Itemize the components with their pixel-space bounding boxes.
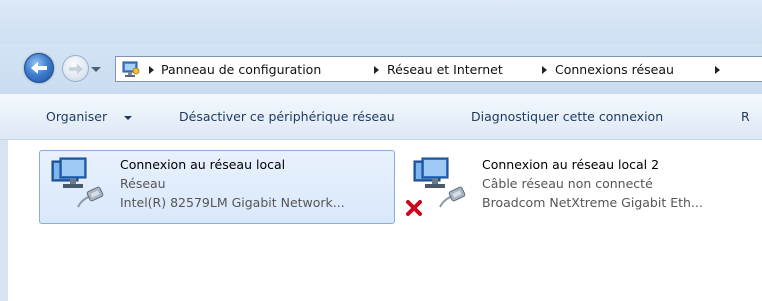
overflow-command-button[interactable]: R [741, 109, 750, 125]
organize-button[interactable]: Organiser [46, 109, 107, 125]
breadcrumb-network-internet[interactable]: Réseau et Internet [387, 62, 503, 78]
forward-arrow-icon [69, 63, 83, 75]
breadcrumb-separator[interactable] [542, 66, 547, 74]
organize-label: Organiser [46, 109, 108, 124]
network-adapter-icon [51, 157, 104, 208]
back-button[interactable] [24, 53, 54, 83]
title-bar [0, 0, 762, 44]
connection-status: Câble réseau non connecté [482, 176, 653, 191]
connection-name: Connexion au réseau local [120, 157, 286, 172]
breadcrumb-network-connections[interactable]: Connexions réseau [555, 62, 674, 78]
item-details: Connexion au réseau local Réseau Intel(R… [120, 155, 345, 212]
chevron-down-icon [124, 116, 132, 120]
breadcrumb-separator[interactable] [374, 66, 379, 74]
connection-status: Réseau [120, 176, 166, 191]
item-details: Connexion au réseau local 2 Câble réseau… [482, 155, 703, 212]
breadcrumb-separator[interactable] [715, 66, 720, 74]
connection-name: Connexion au réseau local 2 [482, 157, 660, 172]
recent-pages-dropdown[interactable] [91, 67, 101, 72]
connections-list: Connexion au réseau local Réseau Intel(R… [8, 140, 762, 301]
list-item-local-connection[interactable]: Connexion au réseau local Réseau Intel(R… [39, 150, 395, 224]
device-name: Broadcom NetXtreme Gigabit Eth... [482, 195, 703, 210]
diagnose-connection-button[interactable]: Diagnostiquer cette connexion [471, 109, 663, 125]
device-name: Intel(R) 82579LM Gigabit Network... [120, 195, 345, 210]
red-x-icon [406, 200, 422, 216]
breadcrumb-control-panel[interactable]: Panneau de configuration [161, 62, 321, 78]
back-arrow-icon [31, 62, 47, 74]
disable-device-button[interactable]: Désactiver ce périphérique réseau [179, 109, 395, 125]
control-panel-icon [122, 61, 140, 77]
address-bar[interactable]: Panneau de configuration Réseau et Inter… [115, 56, 762, 82]
command-bar: Organiser Désactiver ce périphérique rés… [0, 94, 762, 140]
forward-button[interactable] [62, 55, 89, 82]
list-item-local-connection-2[interactable]: Connexion au réseau local 2 Câble réseau… [401, 150, 757, 224]
breadcrumb-separator[interactable] [149, 66, 154, 74]
